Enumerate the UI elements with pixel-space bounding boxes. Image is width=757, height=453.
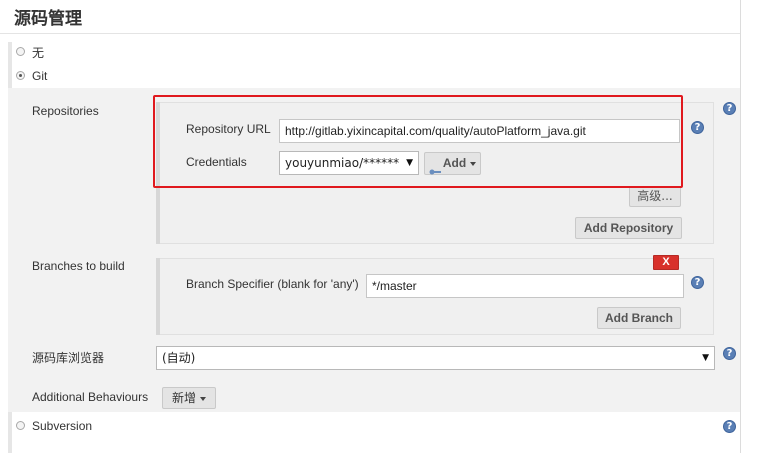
advanced-button[interactable]: 高级...	[629, 186, 681, 207]
branch-specifier-input[interactable]: */master	[366, 274, 684, 298]
scm-git-radio[interactable]	[16, 71, 25, 80]
branch-specifier-label: Branch Specifier (blank for 'any')	[186, 277, 359, 291]
repo-browser-dropdown-arrow-icon: ▼	[702, 353, 709, 363]
repo-browser-help-icon[interactable]: ?	[723, 347, 736, 360]
repositories-label: Repositories	[32, 104, 99, 118]
scm-subversion-label: Subversion	[32, 419, 93, 433]
title-divider	[0, 33, 740, 34]
repository-url-help-icon[interactable]: ?	[691, 121, 704, 134]
additional-behaviours-label: Additional Behaviours	[32, 390, 149, 404]
branches-label: Branches to build	[32, 259, 125, 273]
subversion-help-icon[interactable]: ?	[723, 420, 736, 433]
add-branch-button[interactable]: Add Branch	[597, 307, 681, 329]
scm-git-label: Git	[32, 69, 48, 83]
add-behaviour-label: 新增	[171, 391, 196, 405]
scm-subversion-radio[interactable]	[16, 421, 25, 430]
repo-browser-value: (自动)	[162, 351, 196, 365]
delete-branch-button[interactable]: X	[653, 255, 679, 270]
section-title: 源码管理	[14, 9, 82, 29]
repositories-help-icon[interactable]: ?	[723, 102, 736, 115]
add-behaviour-caret-icon	[200, 396, 206, 401]
scm-none-radio[interactable]	[16, 47, 25, 56]
scm-none-label: 无	[32, 46, 45, 60]
page-right-border	[740, 0, 741, 453]
add-repository-button[interactable]: Add Repository	[575, 217, 682, 239]
repo-browser-select[interactable]: (自动) ▼	[156, 346, 715, 370]
repo-browser-label: 源码库浏览器	[32, 351, 105, 365]
highlight-annotation	[153, 95, 683, 188]
branch-specifier-help-icon[interactable]: ?	[691, 276, 704, 289]
add-behaviour-button[interactable]: 新增	[162, 387, 216, 409]
branch-block-bar	[156, 258, 160, 335]
